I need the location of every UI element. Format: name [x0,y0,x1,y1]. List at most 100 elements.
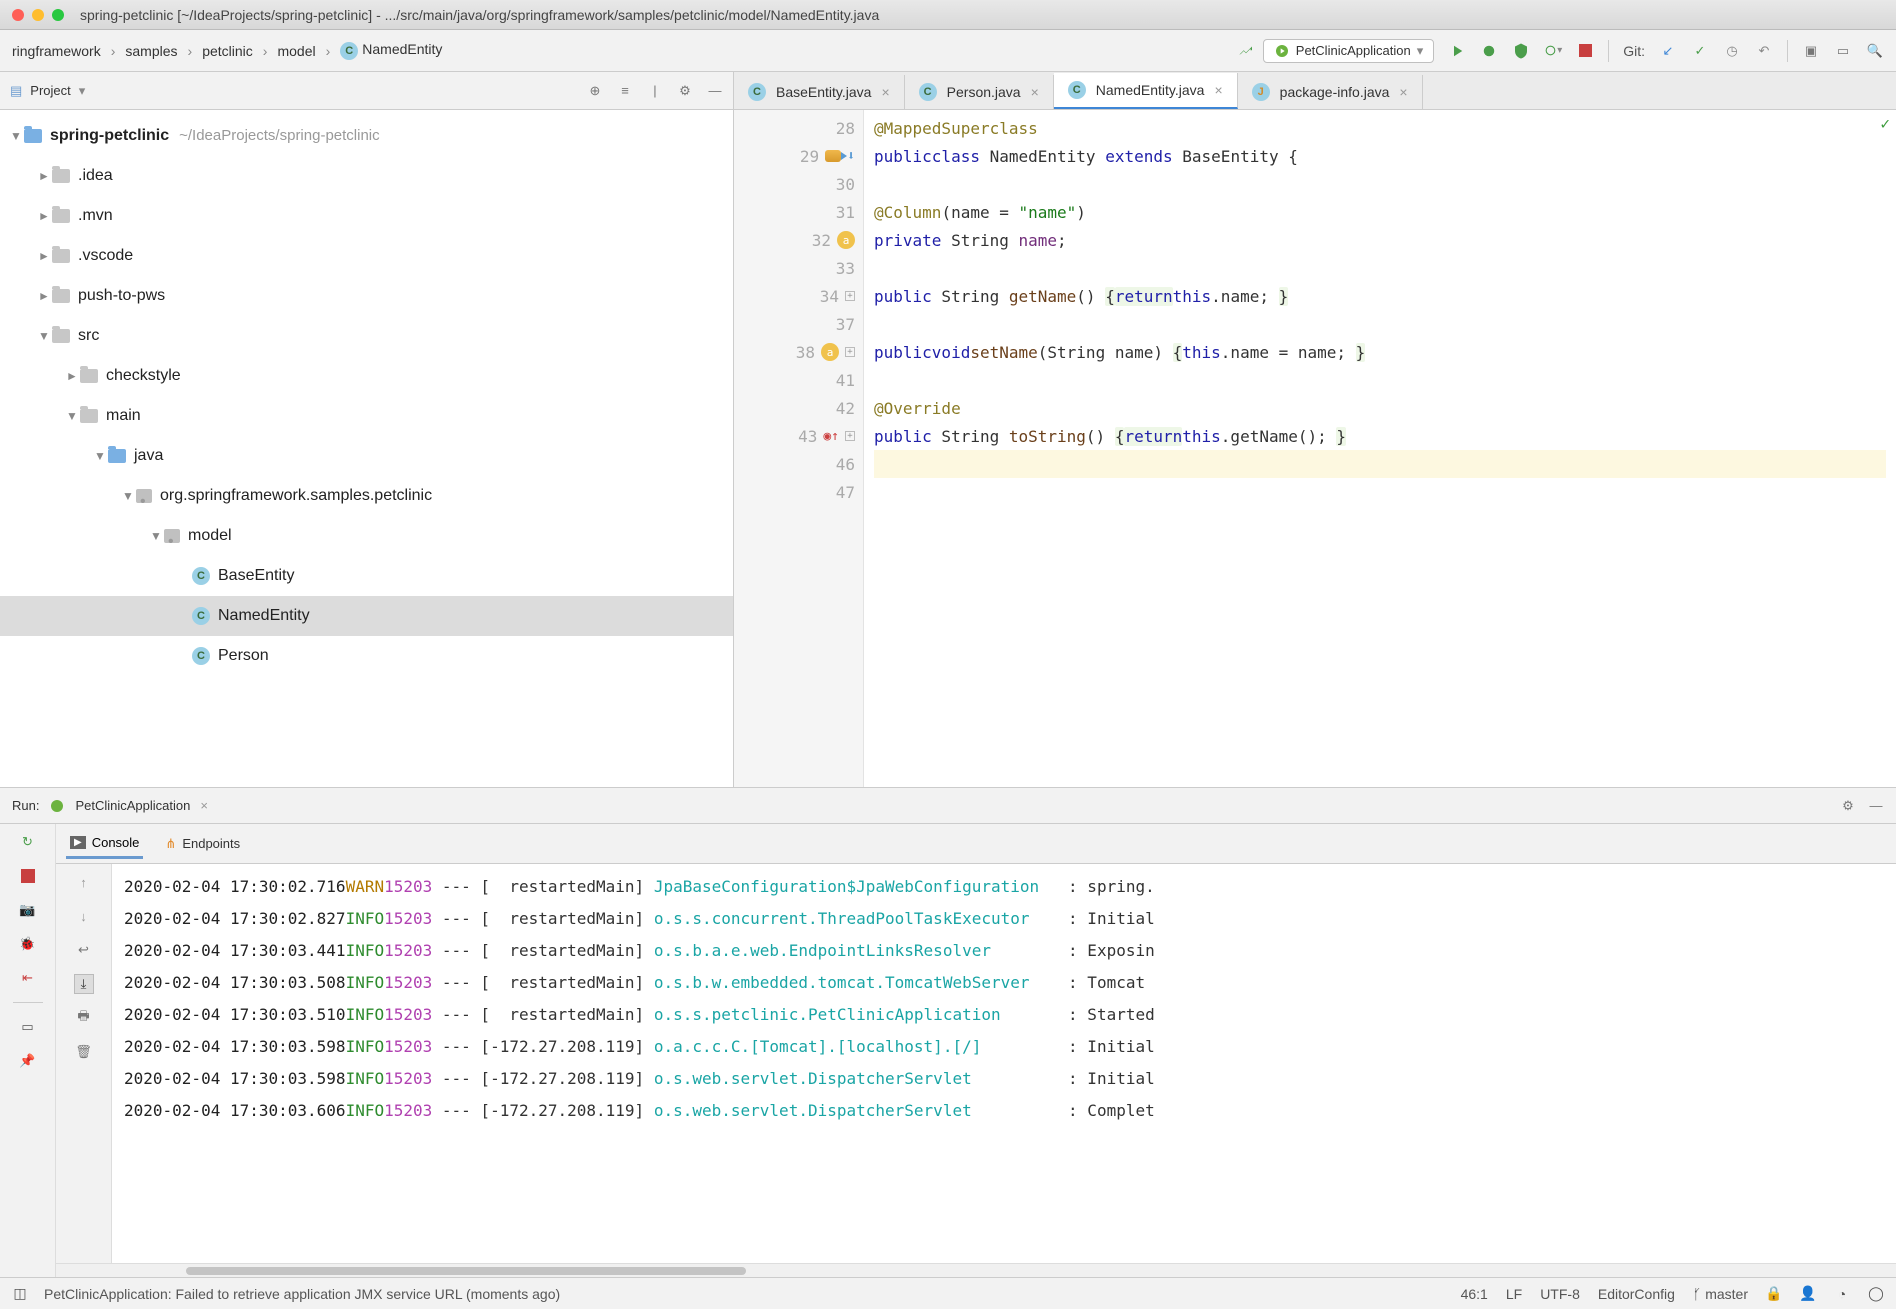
line-ending[interactable]: LF [1506,1286,1522,1302]
close-icon[interactable]: × [200,798,208,813]
gear-icon[interactable]: ⚙ [1840,798,1856,814]
run-app-name[interactable]: PetClinicApplication [75,798,190,813]
run-config-selector[interactable]: PetClinicApplication ▾ [1263,39,1434,63]
print-icon[interactable]: 🖶 [74,1008,94,1028]
editor-tab-package-info.java[interactable]: package-info.java× [1238,75,1423,109]
project-structure-icon[interactable]: ▣ [1802,42,1820,60]
tree-item--idea[interactable]: .idea [0,156,733,196]
console-output[interactable]: 2020-02-04 17:30:02.716 WARN 15203 --- [… [112,864,1896,1263]
build-icon[interactable] [1237,42,1255,60]
close-icon[interactable]: × [1399,84,1407,100]
override-gutter-icon[interactable]: ◉↑ [823,429,839,444]
pin-icon[interactable]: 📌 [18,1051,38,1071]
breadcrumb-item[interactable]: petclinic [196,41,259,61]
scroll-end-icon[interactable]: ⤓ [74,974,94,994]
expand-all-icon[interactable]: ≡ [617,83,633,99]
profile-icon[interactable]: ▾ [1544,42,1562,60]
project-tree[interactable]: spring-petclinic~/IdeaProjects/spring-pe… [0,110,733,682]
caret-position[interactable]: 46:1 [1461,1286,1488,1302]
memory-icon[interactable]: ◔ [1834,1286,1850,1302]
status-bar: ◫ PetClinicApplication: Failed to retrie… [0,1277,1896,1309]
run-config-label: PetClinicApplication [1296,43,1411,58]
tool-windows-icon[interactable]: ◫ [12,1286,28,1302]
tree-item-src[interactable]: src [0,316,733,356]
editorconfig[interactable]: EditorConfig [1598,1286,1675,1302]
editor-tab-NamedEntity.java[interactable]: NamedEntity.java× [1054,73,1238,109]
window-titlebar: spring-petclinic [~/IdeaProjects/spring-… [0,0,1896,30]
annotation-gutter-icon[interactable] [837,231,855,249]
clear-icon[interactable]: 🗑 [74,1042,94,1062]
breadcrumb-item[interactable]: model [271,41,321,61]
minimize-window-button[interactable] [32,9,44,21]
window-title: spring-petclinic [~/IdeaProjects/spring-… [80,7,879,23]
tree-item-org-springframework-samples-petclinic[interactable]: org.springframework.samples.petclinic [0,476,733,516]
hide-icon[interactable]: — [707,83,723,99]
project-view-icon[interactable]: ▤ [10,83,22,99]
horizontal-scrollbar[interactable] [56,1263,1896,1277]
vcs-history-icon[interactable]: ◷ [1723,42,1741,60]
code-area[interactable]: @MappedSuperclasspublic class NamedEntit… [864,110,1896,787]
chevron-down-icon[interactable]: ▾ [79,83,86,99]
tree-item-java[interactable]: java [0,436,733,476]
run-icon[interactable] [1448,42,1466,60]
fold-icon[interactable]: + [845,291,855,301]
tab-endpoints[interactable]: ⋔ Endpoints [161,830,244,858]
tree-item-main[interactable]: main [0,396,733,436]
tree-item-push-to-pws[interactable]: push-to-pws [0,276,733,316]
tree-item-BaseEntity[interactable]: BaseEntity [0,556,733,596]
vcs-update-icon[interactable]: ↙ [1659,42,1677,60]
tree-item-checkstyle[interactable]: checkstyle [0,356,733,396]
locate-icon[interactable]: ⊕ [587,83,603,99]
breadcrumb-item[interactable]: samples [119,41,183,61]
db-gutter-icon[interactable] [825,150,841,162]
vcs-revert-icon[interactable]: ↶ [1755,42,1773,60]
hide-icon[interactable]: — [1868,798,1884,814]
tree-root[interactable]: spring-petclinic~/IdeaProjects/spring-pe… [0,116,733,156]
fold-icon[interactable]: + [845,347,855,357]
run-tabs: ▶ Console ⋔ Endpoints [56,824,1896,864]
down-icon[interactable]: ↓ [74,906,94,926]
dump-icon[interactable]: 📷 [18,900,38,920]
close-window-button[interactable] [12,9,24,21]
up-icon[interactable]: ↑ [74,872,94,892]
close-icon[interactable]: × [1031,84,1039,100]
debug-icon[interactable] [1480,42,1498,60]
tree-item-NamedEntity[interactable]: NamedEntity [0,596,733,636]
git-branch[interactable]: ᚶ master [1693,1286,1748,1302]
exit-icon[interactable]: ⇤ [18,968,38,988]
tree-item-Person[interactable]: Person [0,636,733,676]
tree-item--vscode[interactable]: .vscode [0,236,733,276]
stop-button[interactable] [1576,42,1594,60]
editor-gutter[interactable]: 2829⬇3031323334+3738+414243◉↑+4647 [734,110,864,787]
gear-icon[interactable]: ⚙ [677,83,693,99]
project-view-label[interactable]: Project [30,83,70,98]
search-everywhere-icon[interactable]: 🔍 [1866,42,1884,60]
stop-icon[interactable] [18,866,38,886]
tree-item--mvn[interactable]: .mvn [0,196,733,236]
code-editor[interactable]: ✓ 2829⬇3031323334+3738+414243◉↑+4647 @Ma… [734,110,1896,787]
tab-console[interactable]: ▶ Console [66,829,143,859]
editor-tabs: BaseEntity.java×Person.java×NamedEntity.… [734,72,1896,110]
debug-attach-icon[interactable]: 🐞 [18,934,38,954]
vcs-commit-icon[interactable]: ✓ [1691,42,1709,60]
ide-settings-icon[interactable]: ▭ [1834,42,1852,60]
close-icon[interactable]: × [881,84,889,100]
soft-wrap-icon[interactable]: ↩ [74,940,94,960]
breadcrumb-item[interactable]: ringframework [6,41,107,61]
rerun-icon[interactable]: ↻ [18,832,38,852]
breadcrumb-item[interactable]: NamedEntity [334,39,448,62]
file-encoding[interactable]: UTF-8 [1540,1286,1580,1302]
fold-icon[interactable]: + [845,431,855,441]
coverage-icon[interactable] [1512,42,1530,60]
close-icon[interactable]: × [1214,82,1222,98]
lock-icon[interactable]: 🔒 [1766,1286,1782,1302]
editor-tab-BaseEntity.java[interactable]: BaseEntity.java× [734,75,905,109]
editor-tab-Person.java[interactable]: Person.java× [905,75,1054,109]
tree-item-model[interactable]: model [0,516,733,556]
notify-icon[interactable]: ◯ [1868,1286,1884,1302]
zoom-window-button[interactable] [52,9,64,21]
layout-icon[interactable]: ▭ [18,1017,38,1037]
inspector-icon[interactable]: 👤 [1800,1286,1816,1302]
annotation-gutter-icon[interactable] [821,343,839,361]
endpoints-icon: ⋔ [165,836,176,852]
